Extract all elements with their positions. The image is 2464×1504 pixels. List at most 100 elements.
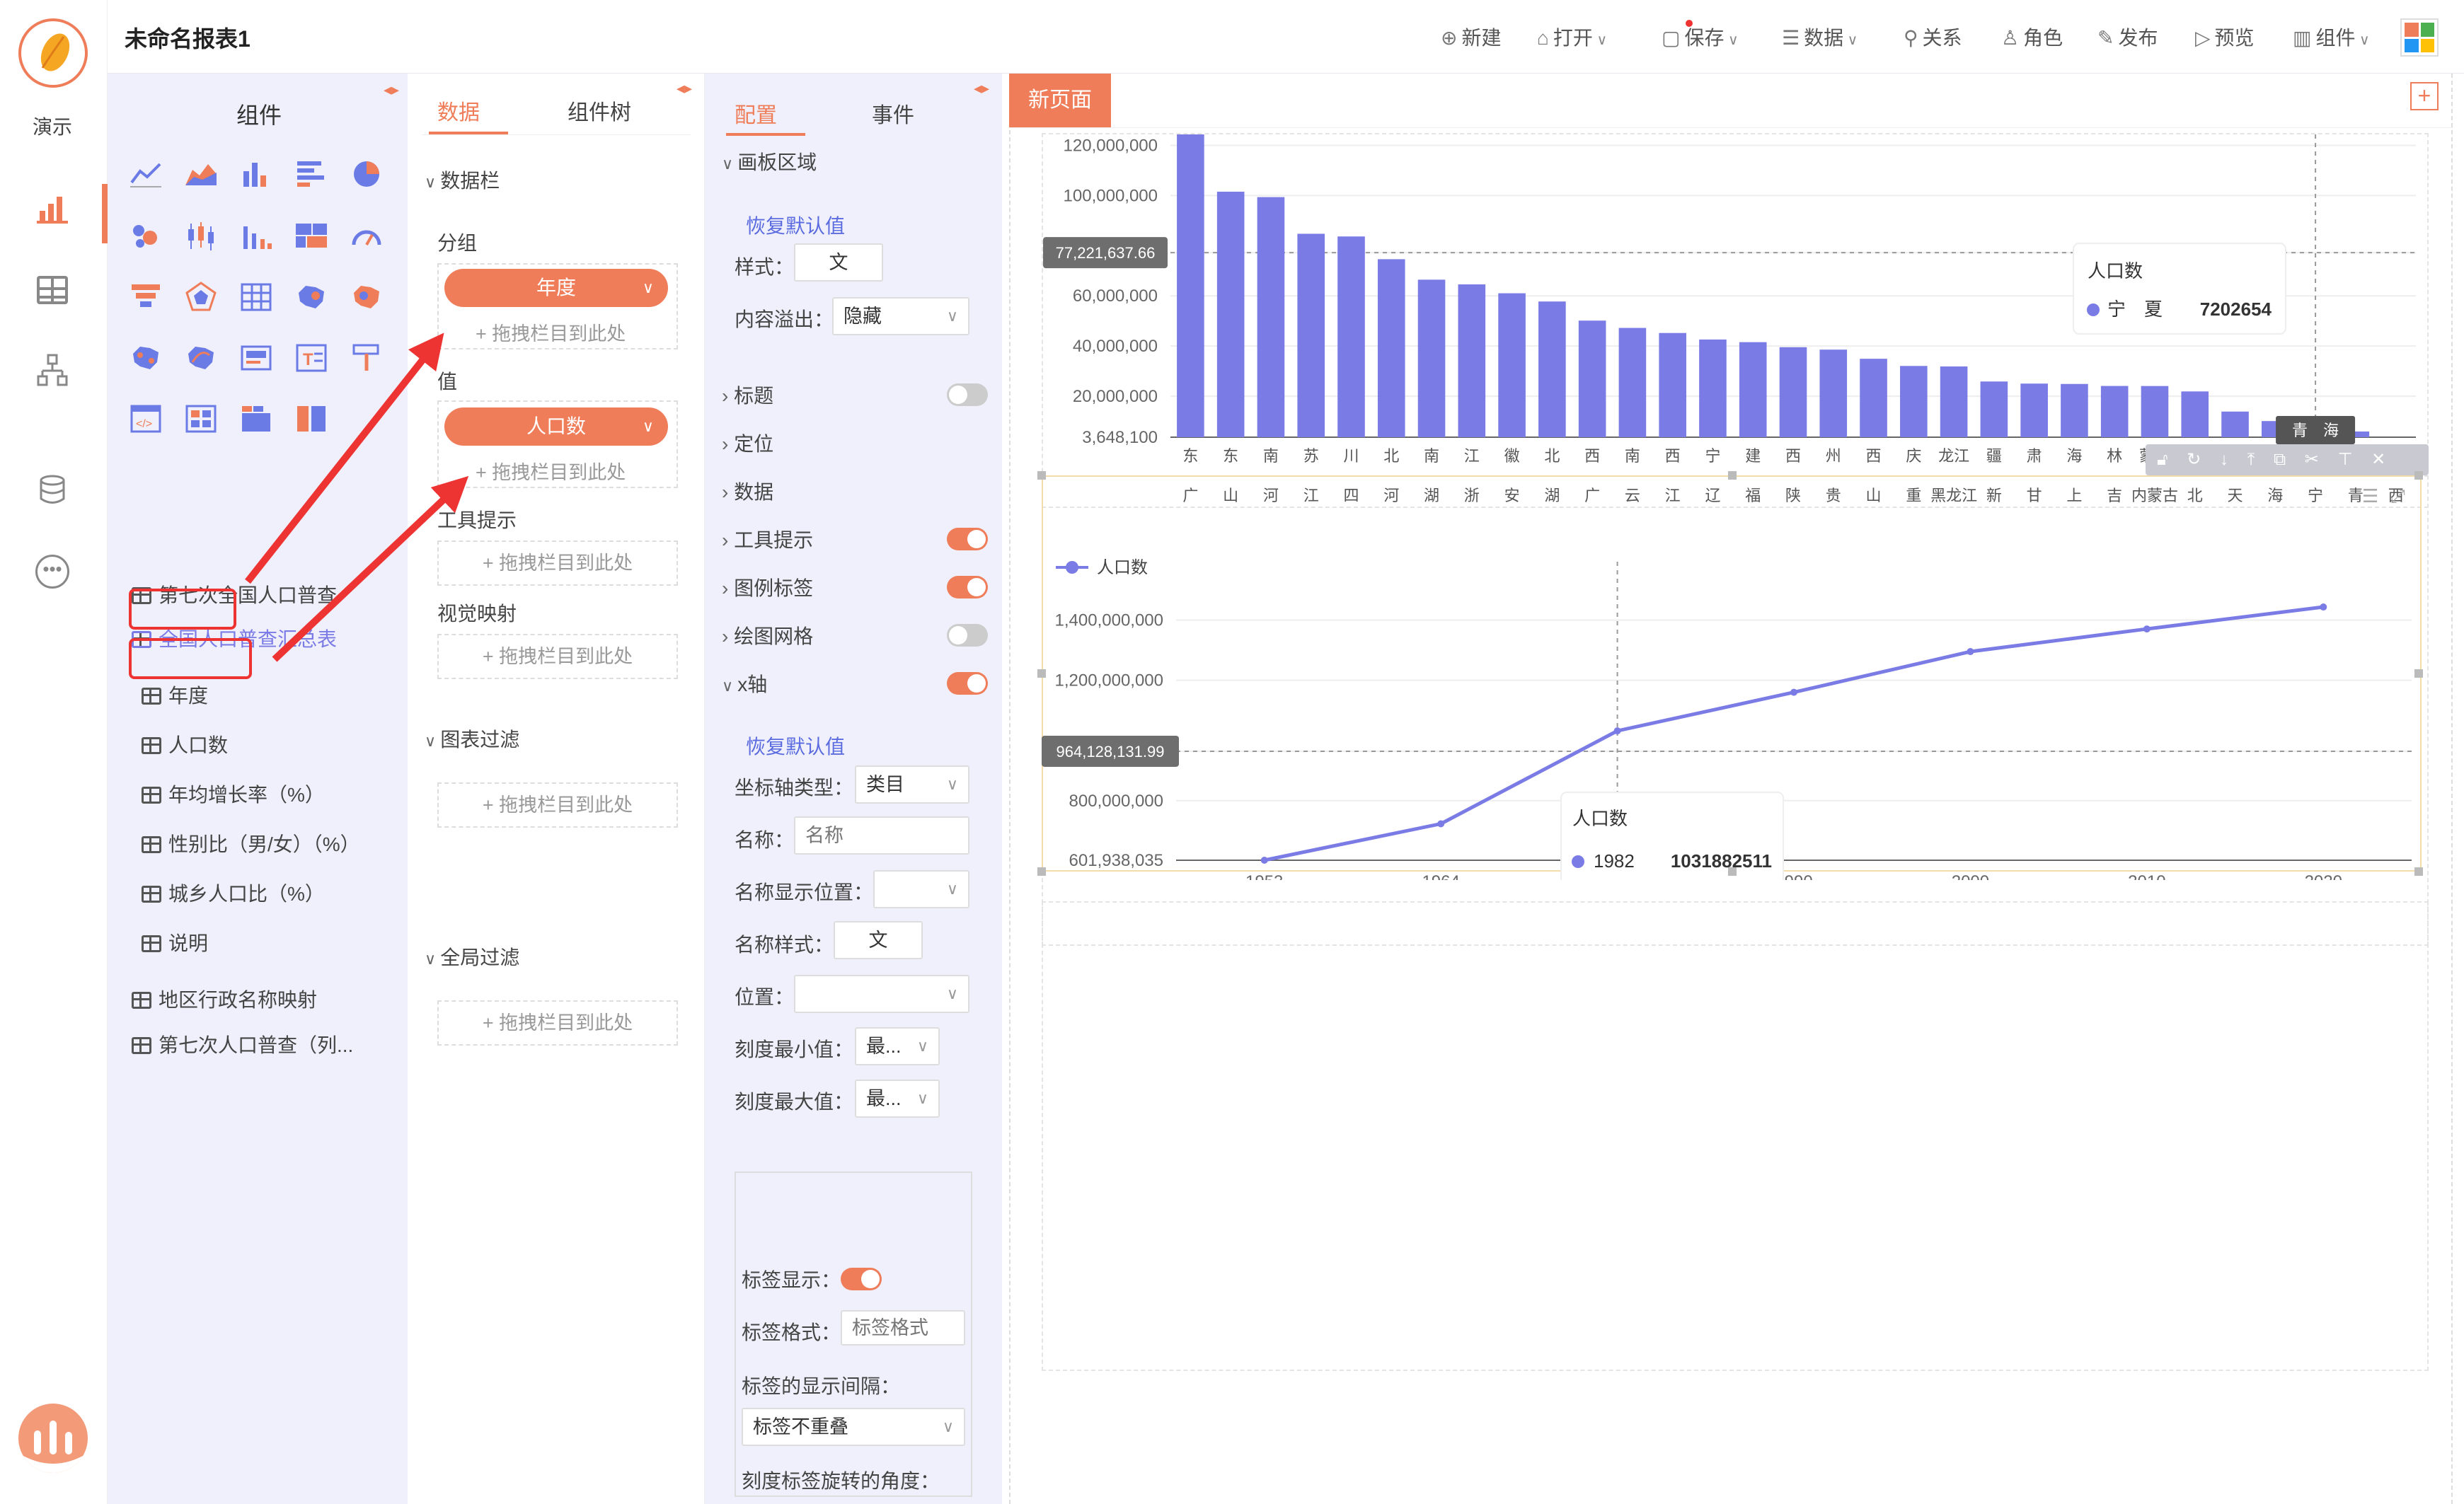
tab-data[interactable]: 数据 (437, 95, 480, 126)
label-interval-select[interactable]: 标签不重叠 ∨ (742, 1408, 965, 1446)
tab-container-icon[interactable] (239, 402, 273, 436)
position-section[interactable]: › 定位 (722, 429, 773, 457)
page-tab[interactable]: 新页面 (1009, 74, 1111, 127)
field-item[interactable]: 性别比（男/女）（%） (142, 829, 360, 857)
label-show-toggle[interactable] (841, 1268, 882, 1290)
tab-events[interactable]: 事件 (872, 98, 914, 129)
legend-section[interactable]: › 图例标签 (722, 573, 813, 601)
axis-name-input[interactable] (794, 816, 969, 855)
grid-toggle[interactable] (947, 624, 988, 647)
image-icon[interactable] (239, 341, 273, 375)
format-icon[interactable]: ⊤ (2338, 450, 2353, 469)
report-title[interactable]: 未命名报表1 (125, 21, 251, 54)
min-select[interactable]: 最... ∨ (855, 1027, 940, 1065)
resize-handle[interactable] (1037, 669, 1046, 678)
refresh-icon[interactable]: ↻ (2187, 450, 2201, 469)
bottom-logo-icon[interactable] (18, 1404, 88, 1473)
add-page-button[interactable]: + (2410, 82, 2439, 110)
more-nav-icon[interactable]: ••• (35, 555, 69, 589)
resize-handle[interactable] (2414, 471, 2423, 480)
restore-default-link[interactable]: 恢复默认值 (746, 211, 845, 239)
area-chart-icon[interactable] (184, 157, 218, 191)
max-select[interactable]: 最... ∨ (855, 1080, 940, 1118)
name-style-button[interactable]: 文 (834, 921, 923, 959)
role-button[interactable]: ♙ 角色 (2001, 23, 2063, 51)
database-nav-icon[interactable] (37, 474, 68, 505)
global-filter-header[interactable]: ∨ 全局过滤 (425, 942, 519, 971)
close-icon[interactable]: ✕ (2371, 450, 2385, 469)
canvas-section-header[interactable]: ∨ 画板区域 (722, 147, 817, 175)
panel-collapse-icon[interactable]: ◂▸ (677, 79, 692, 98)
text-icon[interactable]: T (294, 341, 328, 375)
group-field-pill[interactable]: 年度 ∨ (444, 269, 668, 307)
xaxis-restore-default-link[interactable]: 恢复默认值 (746, 731, 845, 760)
value-field-pill[interactable]: 人口数 ∨ (444, 407, 668, 446)
tab-component-tree[interactable]: 组件树 (568, 95, 631, 126)
tab-config[interactable]: 配置 (735, 98, 777, 129)
treemap-icon[interactable] (294, 219, 328, 253)
open-button[interactable]: ⌂ 打开 ∨ (1537, 23, 1607, 51)
gauge-icon[interactable] (350, 219, 384, 253)
cut-icon[interactable]: ✂ (2305, 450, 2319, 469)
publish-button[interactable]: ✎ 发布 (2097, 23, 2158, 51)
embed-code-icon[interactable]: </> (129, 402, 163, 436)
table-nav-icon[interactable] (37, 276, 68, 304)
chart-filter-header[interactable]: ∨ 图表过滤 (425, 724, 519, 753)
datasource-icon[interactable]: ☰ (2362, 485, 2378, 507)
resize-handle[interactable] (1728, 471, 1737, 480)
datasource-table-item[interactable]: 第七次人口普查（列... (132, 1030, 353, 1058)
tooltip-toggle[interactable] (947, 528, 988, 550)
field-item[interactable]: 年度 (142, 681, 208, 709)
title-section[interactable]: › 标题 (722, 381, 773, 409)
field-item[interactable]: 说明 (142, 928, 208, 956)
field-item[interactable]: 人口数 (142, 730, 228, 758)
panel-container-icon[interactable] (294, 402, 328, 436)
copy-icon[interactable]: ⧉ (2274, 450, 2286, 469)
datasource-table-item[interactable]: 地区行政名称映射 (132, 985, 317, 1013)
tooltip-section[interactable]: › 工具提示 (722, 525, 813, 553)
format-painter-icon[interactable] (350, 341, 384, 375)
combo-chart-icon[interactable] (239, 219, 273, 253)
lock-icon[interactable]: 🔓︎ (2157, 450, 2168, 469)
resize-handle[interactable] (1728, 867, 1737, 876)
field-item[interactable]: 城乡人口比（%） (142, 879, 325, 907)
report-nav-icon[interactable] (37, 192, 68, 224)
line-chart-icon[interactable] (129, 157, 163, 191)
visual-map-dropzone[interactable]: + 拖拽栏目到此处 (437, 634, 678, 679)
data-section[interactable]: › 数据 (722, 477, 773, 505)
map-flow-icon[interactable] (184, 341, 218, 375)
field-item[interactable]: 年均增长率（%） (142, 780, 325, 808)
china-map-icon[interactable] (294, 280, 328, 314)
preview-button[interactable]: ▷ 预览 (2195, 23, 2255, 51)
global-filter-dropzone[interactable]: + 拖拽栏目到此处 (437, 1000, 678, 1046)
tooltip-dropzone[interactable]: + 拖拽栏目到此处 (437, 540, 678, 586)
top-icon[interactable]: ⤒ (2247, 450, 2255, 469)
resize-handle[interactable] (2414, 669, 2423, 678)
map-heat-icon[interactable] (350, 280, 384, 314)
chart-filter-dropzone[interactable]: + 拖拽栏目到此处 (437, 782, 678, 828)
relation-button[interactable]: ⚲ 关系 (1904, 23, 1962, 51)
scatter-chart-icon[interactable] (129, 219, 163, 253)
map-scatter-icon[interactable] (129, 341, 163, 375)
download-icon[interactable]: ↓ (2220, 450, 2228, 469)
resize-handle[interactable] (2414, 867, 2423, 876)
layout-grid-icon[interactable] (184, 402, 218, 436)
panel-collapse-icon[interactable]: ◂▸ (974, 79, 989, 98)
grid-section[interactable]: › 绘图网格 (722, 621, 813, 649)
pos-select[interactable]: ∨ (794, 975, 969, 1013)
label-format-input[interactable] (841, 1310, 965, 1346)
empty-widget[interactable] (1042, 901, 2429, 1371)
legend-toggle[interactable] (947, 576, 988, 598)
axis-type-select[interactable]: 类目 ∨ (855, 765, 969, 804)
data-section-header[interactable]: ∨ 数据栏 (425, 166, 500, 194)
component-button[interactable]: ▥ 组件 ∨ (2293, 23, 2370, 51)
fullscreen-icon[interactable]: ⤢ (2390, 485, 2405, 508)
style-button[interactable]: 文 (794, 243, 883, 282)
xaxis-section[interactable]: ∨ x轴 (722, 669, 767, 698)
app-logo[interactable] (18, 18, 88, 88)
save-button[interactable]: ▢ 保存 ∨ (1662, 20, 1739, 51)
title-toggle[interactable] (947, 383, 988, 406)
radar-icon[interactable] (184, 280, 218, 314)
resize-handle[interactable] (1037, 867, 1046, 876)
name-position-select[interactable]: ∨ (873, 870, 969, 908)
